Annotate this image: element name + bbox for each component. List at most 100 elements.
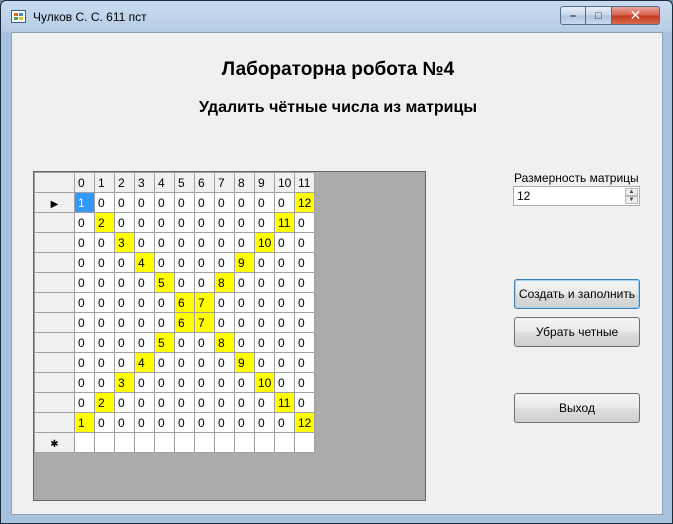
matrix-cell[interactable]: 0: [94, 352, 115, 373]
matrix-cell[interactable]: 0: [194, 352, 215, 373]
matrix-cell[interactable]: 0: [294, 252, 315, 273]
matrix-cell[interactable]: 0: [154, 212, 175, 233]
matrix-cell[interactable]: [194, 432, 215, 453]
matrix-cell[interactable]: 0: [294, 392, 315, 413]
row-header[interactable]: [34, 232, 75, 253]
matrix-cell[interactable]: 0: [254, 352, 275, 373]
matrix-cell[interactable]: 0: [254, 212, 275, 233]
table-row[interactable]: 000400009000: [34, 352, 315, 373]
stepper-buttons[interactable]: ▲ ▼: [625, 188, 638, 204]
matrix-cell[interactable]: 0: [174, 252, 195, 273]
matrix-cell[interactable]: 0: [234, 412, 255, 433]
matrix-cell[interactable]: 9: [234, 352, 255, 373]
matrix-size-input[interactable]: [514, 188, 624, 204]
matrix-cell[interactable]: 0: [214, 292, 235, 313]
matrix-cell[interactable]: 0: [74, 352, 95, 373]
matrix-cell[interactable]: 0: [254, 392, 275, 413]
matrix-cell[interactable]: 0: [214, 252, 235, 273]
minimize-button[interactable]: –: [560, 6, 586, 25]
row-header[interactable]: [34, 372, 75, 393]
matrix-cell[interactable]: 0: [274, 312, 295, 333]
matrix-cell[interactable]: 7: [194, 292, 215, 313]
column-header[interactable]: 2: [114, 172, 135, 193]
matrix-cell[interactable]: 0: [194, 412, 215, 433]
row-header[interactable]: [34, 392, 75, 413]
matrix-cell[interactable]: 8: [214, 272, 235, 293]
matrix-cell[interactable]: 0: [254, 192, 275, 213]
column-header[interactable]: 1: [94, 172, 115, 193]
matrix-cell[interactable]: 0: [74, 252, 95, 273]
matrix-cell[interactable]: 0: [234, 332, 255, 353]
matrix-cell[interactable]: 0: [154, 412, 175, 433]
matrix-cell[interactable]: 0: [234, 232, 255, 253]
matrix-cell[interactable]: 0: [174, 412, 195, 433]
table-row[interactable]: 0 2 0 0 0 0 0 0 0 0 11 0: [34, 392, 315, 413]
maximize-button[interactable]: □: [586, 6, 612, 25]
remove-even-button[interactable]: Убрать четные: [514, 317, 640, 347]
row-header[interactable]: [34, 252, 75, 273]
matrix-cell[interactable]: 0: [94, 272, 115, 293]
matrix-cell[interactable]: 0: [174, 352, 195, 373]
matrix-cell[interactable]: 0: [134, 312, 155, 333]
matrix-cell[interactable]: 0: [294, 292, 315, 313]
table-row[interactable]: 000050080000: [34, 272, 315, 293]
matrix-cell[interactable]: 0: [254, 252, 275, 273]
matrix-cell[interactable]: 0: [154, 352, 175, 373]
matrix-cell[interactable]: 0: [114, 252, 135, 273]
matrix-cell[interactable]: 0: [134, 392, 155, 413]
matrix-cell[interactable]: 3: [114, 372, 135, 393]
matrix-cell[interactable]: 0: [174, 232, 195, 253]
matrix-cell[interactable]: [234, 432, 255, 453]
row-header[interactable]: ▶: [34, 192, 75, 213]
column-header[interactable]: 11: [294, 172, 315, 193]
matrix-cell[interactable]: 10: [254, 372, 275, 393]
matrix-cell[interactable]: 0: [114, 212, 135, 233]
matrix-cell[interactable]: 0: [154, 192, 175, 213]
matrix-cell[interactable]: 0: [94, 332, 115, 353]
matrix-cell[interactable]: 0: [114, 272, 135, 293]
matrix-cell[interactable]: 0: [74, 232, 95, 253]
matrix-cell[interactable]: 0: [174, 192, 195, 213]
table-row[interactable]: ▶ 1 0 0 0 0 0 0 0 0 0 0 12: [34, 192, 315, 213]
matrix-cell[interactable]: 0: [214, 192, 235, 213]
matrix-cell[interactable]: [294, 432, 315, 453]
create-fill-button[interactable]: Создать и заполнить: [514, 279, 640, 309]
table-row[interactable]: 000400009000: [34, 252, 315, 273]
row-header[interactable]: ✱: [34, 432, 75, 453]
matrix-cell[interactable]: 0: [74, 212, 95, 233]
column-header[interactable]: 8: [234, 172, 255, 193]
matrix-cell[interactable]: 0: [254, 332, 275, 353]
matrix-cell[interactable]: 0: [214, 312, 235, 333]
matrix-cell[interactable]: 0: [94, 192, 115, 213]
matrix-cell[interactable]: 0: [254, 312, 275, 333]
matrix-cell[interactable]: 0: [294, 372, 315, 393]
title-bar[interactable]: Чулков С. С. 611 пст – □ ✕: [1, 1, 672, 31]
matrix-cell[interactable]: 0: [274, 232, 295, 253]
matrix-cell[interactable]: 0: [154, 392, 175, 413]
matrix-grid[interactable]: 0 1 2 3 4 5 6 7 8 9 10 11 ▶ 1 0 0 0 0 0 0 0 0 0 0 12 0 2 0 0 0 0 0 0 0 0 1…: [33, 171, 426, 501]
matrix-cell[interactable]: [94, 432, 115, 453]
matrix-cell[interactable]: 7: [194, 312, 215, 333]
matrix-cell[interactable]: 0: [94, 372, 115, 393]
table-row[interactable]: 0 2 0 0 0 0 0 0 0 0 11 0: [34, 212, 315, 233]
matrix-cell[interactable]: 0: [274, 372, 295, 393]
matrix-table[interactable]: 0 1 2 3 4 5 6 7 8 9 10 11 ▶ 1 0 0 0 0 0 0 0 0 0 0 12 0 2 0 0 0 0 0 0 0 0 1…: [34, 172, 315, 453]
matrix-cell[interactable]: 0: [134, 272, 155, 293]
matrix-cell[interactable]: 0: [274, 352, 295, 373]
matrix-cell[interactable]: [114, 432, 135, 453]
table-row[interactable]: 0 0 3 0 0 0 0 0 0 10 0 0: [34, 372, 315, 393]
table-row[interactable]: 000006700000: [34, 312, 315, 333]
matrix-cell[interactable]: [74, 432, 95, 453]
matrix-cell[interactable]: 0: [214, 372, 235, 393]
matrix-cell[interactable]: 0: [254, 272, 275, 293]
matrix-cell[interactable]: 0: [214, 352, 235, 373]
matrix-cell[interactable]: 0: [134, 412, 155, 433]
stepper-up-icon[interactable]: ▲: [625, 188, 638, 196]
matrix-cell[interactable]: 0: [234, 372, 255, 393]
matrix-cell[interactable]: 0: [174, 372, 195, 393]
corner-header[interactable]: [34, 172, 75, 193]
matrix-cell[interactable]: 0: [134, 292, 155, 313]
matrix-cell[interactable]: 0: [194, 332, 215, 353]
matrix-cell[interactable]: 0: [154, 232, 175, 253]
matrix-cell[interactable]: 8: [214, 332, 235, 353]
